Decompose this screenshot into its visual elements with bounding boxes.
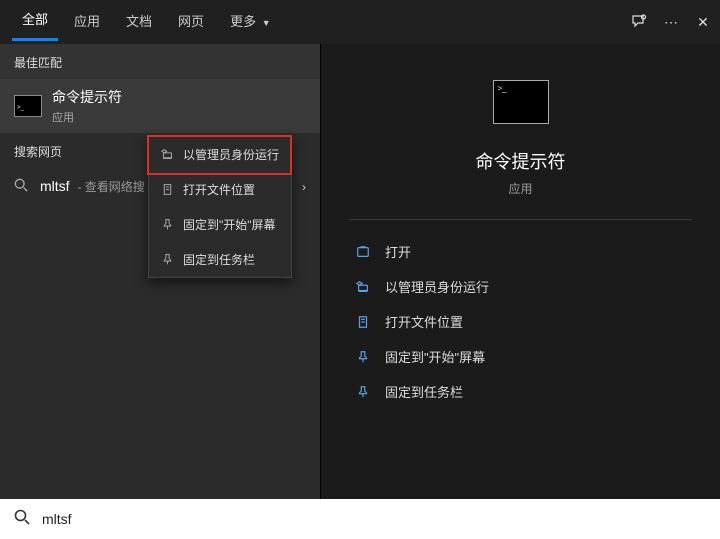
web-suffix: - 查看网络搜 (77, 180, 144, 194)
section-best-match: 最佳匹配 (0, 44, 320, 79)
feedback-icon[interactable] (630, 13, 648, 31)
topbar-actions: ⋯ ✕ (630, 13, 712, 31)
more-options-icon[interactable]: ⋯ (662, 13, 680, 31)
pin-icon (159, 218, 175, 231)
chevron-right-icon: › (302, 180, 306, 194)
preview-subtitle: 应用 (508, 180, 532, 197)
action-open-location-label: 打开文件位置 (385, 312, 463, 331)
pin-icon (353, 350, 373, 364)
tab-all[interactable]: 全部 (12, 3, 58, 41)
pin-icon (353, 385, 373, 399)
result-subtitle: 应用 (52, 109, 122, 125)
action-list: 打开 以管理员身份运行 打开文件位置 固定到"开始"屏幕 (349, 234, 692, 409)
ctx-run-admin-label: 以管理员身份运行 (183, 146, 279, 163)
divider (349, 219, 692, 220)
result-text: 命令提示符 应用 (52, 87, 122, 125)
shield-icon (353, 280, 373, 294)
folder-icon (353, 315, 373, 329)
search-bar (0, 499, 720, 539)
pin-icon (159, 253, 175, 266)
preview-title: 命令提示符 (476, 148, 566, 174)
tab-more[interactable]: 更多 ▼ (220, 5, 281, 40)
filter-tabs: 全部 应用 文档 网页 更多 ▼ (12, 3, 281, 41)
tab-apps[interactable]: 应用 (64, 5, 110, 40)
chevron-down-icon: ▼ (262, 18, 271, 28)
results-panel: 最佳匹配 命令提示符 应用 搜索网页 mltsf - 查看网络搜 › (0, 44, 320, 499)
action-pin-taskbar-label: 固定到任务栏 (385, 382, 463, 401)
preview-cmd-icon (493, 80, 549, 124)
web-query: mltsf (40, 178, 70, 194)
search-input[interactable] (42, 511, 706, 527)
search-icon (14, 509, 30, 529)
ctx-pin-start-label: 固定到"开始"屏幕 (183, 216, 276, 233)
ctx-pin-taskbar[interactable]: 固定到任务栏 (149, 242, 291, 277)
action-open[interactable]: 打开 (349, 234, 692, 269)
tab-web[interactable]: 网页 (168, 5, 214, 40)
action-open-location[interactable]: 打开文件位置 (349, 304, 692, 339)
open-icon (353, 245, 373, 259)
action-pin-start[interactable]: 固定到"开始"屏幕 (349, 339, 692, 374)
action-pin-taskbar[interactable]: 固定到任务栏 (349, 374, 692, 409)
close-icon[interactable]: ✕ (694, 13, 712, 31)
search-icon (14, 178, 30, 195)
ctx-pin-taskbar-label: 固定到任务栏 (183, 251, 255, 268)
main-area: 最佳匹配 命令提示符 应用 搜索网页 mltsf - 查看网络搜 › (0, 44, 720, 499)
result-title: 命令提示符 (52, 87, 122, 107)
action-pin-start-label: 固定到"开始"屏幕 (385, 347, 485, 366)
folder-icon (159, 183, 175, 196)
preview-panel: 命令提示符 应用 打开 以管理员身份运行 打开文件位置 (320, 44, 720, 499)
ctx-open-location[interactable]: 打开文件位置 (149, 172, 291, 207)
best-match-result[interactable]: 命令提示符 应用 (0, 79, 320, 133)
tab-docs[interactable]: 文档 (116, 5, 162, 40)
action-run-admin-label: 以管理员身份运行 (385, 277, 489, 296)
top-bar: 全部 应用 文档 网页 更多 ▼ ⋯ ✕ (0, 0, 720, 44)
cmd-icon (14, 95, 42, 117)
action-open-label: 打开 (385, 242, 411, 261)
shield-icon (159, 148, 175, 161)
context-menu: 以管理员身份运行 打开文件位置 固定到"开始"屏幕 固定到任务栏 (148, 136, 292, 278)
ctx-pin-start[interactable]: 固定到"开始"屏幕 (149, 207, 291, 242)
ctx-open-location-label: 打开文件位置 (183, 181, 255, 198)
tab-more-label: 更多 (230, 14, 256, 29)
action-run-as-admin[interactable]: 以管理员身份运行 (349, 269, 692, 304)
ctx-run-as-admin[interactable]: 以管理员身份运行 (149, 137, 291, 172)
